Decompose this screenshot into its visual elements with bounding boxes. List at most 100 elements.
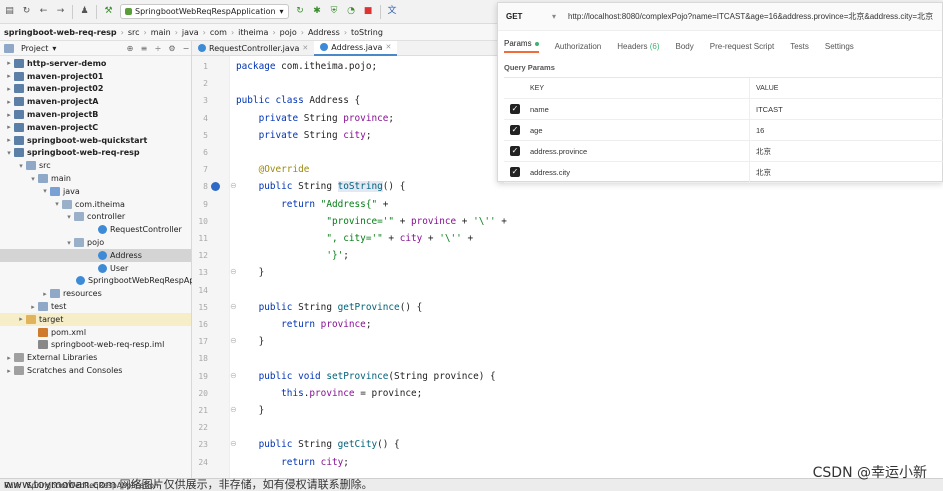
breadcrumb-item[interactable]: main: [147, 28, 175, 37]
postman-tab[interactable]: Headers (6): [617, 42, 659, 51]
fold-marker-icon[interactable]: ⊖: [230, 181, 237, 190]
collapsed-arrow-icon[interactable]: ▸: [16, 315, 26, 323]
debug-icon[interactable]: ✱: [312, 6, 323, 17]
postman-tab[interactable]: Authorization: [555, 42, 602, 51]
minimize-icon[interactable]: −: [181, 44, 191, 53]
expanded-arrow-icon[interactable]: ▾: [16, 162, 26, 170]
collapsed-arrow-icon[interactable]: ▸: [4, 72, 14, 80]
tree-item[interactable]: RequestController: [0, 223, 191, 236]
tree-item[interactable]: ▾ src: [0, 159, 191, 172]
tree-item[interactable]: ▾ java: [0, 185, 191, 198]
collapsed-arrow-icon[interactable]: ▸: [4, 59, 14, 67]
back-icon[interactable]: ←: [38, 6, 49, 17]
forward-icon[interactable]: →: [55, 6, 66, 17]
tree-item[interactable]: ▸ maven-project01: [0, 70, 191, 83]
param-value-field[interactable]: 北京: [750, 146, 771, 157]
breadcrumb-item[interactable]: itheima: [234, 28, 272, 37]
editor-tab[interactable]: RequestController.java ✕: [192, 41, 314, 56]
fold-marker-icon[interactable]: ⊖: [230, 371, 237, 380]
breadcrumb-item[interactable]: com: [206, 28, 231, 37]
collapse-all-icon[interactable]: ≡: [139, 44, 149, 53]
param-value-field[interactable]: ITCAST: [750, 105, 783, 114]
locate-icon[interactable]: ⊕: [125, 44, 135, 53]
expanded-arrow-icon[interactable]: ▾: [40, 187, 50, 195]
param-key-field[interactable]: address.province: [526, 141, 750, 161]
close-icon[interactable]: ✕: [302, 44, 308, 52]
breadcrumb-item[interactable]: springboot-web-req-resp: [0, 28, 121, 37]
translate-icon[interactable]: 文: [387, 6, 398, 17]
collapsed-arrow-icon[interactable]: ▸: [4, 354, 14, 362]
vcs-icon[interactable]: ♟: [79, 6, 90, 17]
postman-tab[interactable]: Body: [676, 42, 694, 51]
http-method-select[interactable]: GET ▾: [506, 12, 556, 21]
close-icon[interactable]: ✕: [385, 43, 391, 51]
editor-tab[interactable]: Address.java ✕: [314, 40, 398, 56]
tree-item[interactable]: ▸ http-server-demo: [0, 57, 191, 70]
collapsed-arrow-icon[interactable]: ▸: [4, 85, 14, 93]
gear-icon[interactable]: ⚙: [167, 44, 177, 53]
breadcrumb-item[interactable]: Address: [304, 28, 344, 37]
param-checkbox[interactable]: ✓: [504, 125, 526, 135]
expand-all-icon[interactable]: ÷: [153, 44, 163, 53]
postman-tab[interactable]: Pre-request Script: [710, 42, 774, 51]
expanded-arrow-icon[interactable]: ▾: [28, 175, 38, 183]
coverage-icon[interactable]: ⛨: [329, 6, 340, 17]
param-checkbox[interactable]: ✓: [504, 146, 526, 156]
chevron-down-icon[interactable]: ▾: [52, 44, 56, 53]
postman-tab[interactable]: Tests: [790, 42, 809, 51]
collapsed-arrow-icon[interactable]: ▸: [4, 123, 14, 131]
tree-item[interactable]: ▸ Scratches and Consoles: [0, 364, 191, 377]
tree-item[interactable]: ▸ resources: [0, 287, 191, 300]
tree-item[interactable]: ▸ target: [0, 312, 191, 326]
build-icon[interactable]: ⚒: [103, 6, 114, 17]
run-config-select[interactable]: SpringbootWebReqRespApplication ▾: [120, 4, 289, 19]
collapsed-arrow-icon[interactable]: ▸: [4, 98, 14, 106]
param-value-field[interactable]: 16: [750, 126, 764, 135]
tree-item[interactable]: ▸ maven-projectC: [0, 121, 191, 134]
param-key-field[interactable]: address.city: [526, 162, 750, 182]
postman-tab[interactable]: Settings: [825, 42, 854, 51]
tree-item[interactable]: ▾ main: [0, 172, 191, 185]
collapsed-arrow-icon[interactable]: ▸: [4, 136, 14, 144]
expanded-arrow-icon[interactable]: ▾: [64, 239, 74, 247]
fold-marker-icon[interactable]: ⊖: [230, 336, 237, 345]
tree-item[interactable]: ▸ test: [0, 300, 191, 313]
postman-tab[interactable]: Params: [504, 39, 539, 53]
collapsed-arrow-icon[interactable]: ▸: [28, 303, 38, 311]
breadcrumb-item[interactable]: pojo: [276, 28, 301, 37]
tree-item[interactable]: ▸ maven-projectA: [0, 95, 191, 108]
fold-marker-icon[interactable]: ⊖: [230, 405, 237, 414]
param-checkbox[interactable]: ✓: [504, 104, 526, 114]
save-icon[interactable]: ▤: [4, 6, 15, 17]
tree-item[interactable]: ▾ controller: [0, 211, 191, 224]
tree-item[interactable]: pom.xml: [0, 326, 191, 339]
param-checkbox[interactable]: ✓: [504, 167, 526, 177]
tree-item[interactable]: ▸ maven-project02: [0, 83, 191, 96]
breadcrumb-item[interactable]: src: [124, 28, 144, 37]
expanded-arrow-icon[interactable]: ▾: [4, 149, 14, 157]
collapsed-arrow-icon[interactable]: ▸: [4, 111, 14, 119]
tree-item[interactable]: User: [0, 262, 191, 275]
breadcrumb-item[interactable]: java: [178, 28, 203, 37]
project-panel-title[interactable]: Project: [21, 44, 48, 53]
param-key-field[interactable]: age: [526, 120, 750, 140]
tree-item[interactable]: ▸ External Libraries: [0, 351, 191, 364]
collapsed-arrow-icon[interactable]: ▸: [4, 367, 14, 375]
fold-marker-icon[interactable]: ⊖: [230, 267, 237, 276]
fold-marker-icon[interactable]: ⊖: [230, 439, 237, 448]
stop-icon[interactable]: ■: [363, 6, 374, 17]
breadcrumb-item[interactable]: toString: [347, 28, 387, 37]
expanded-arrow-icon[interactable]: ▾: [64, 213, 74, 221]
fold-marker-icon[interactable]: ⊖: [230, 302, 237, 311]
tree-item[interactable]: ▾ com.itheima: [0, 198, 191, 211]
tree-item[interactable]: springboot-web-req-resp.iml: [0, 339, 191, 352]
run-icon[interactable]: ↻: [295, 6, 306, 17]
param-value-field[interactable]: 北京: [750, 167, 771, 178]
param-key-field[interactable]: name: [526, 99, 750, 119]
tree-item[interactable]: ▸ springboot-web-quickstart: [0, 134, 191, 147]
request-url-input[interactable]: http://localhost:8080/complexPojo?name=I…: [568, 11, 933, 22]
tree-item[interactable]: ▾ pojo: [0, 236, 191, 249]
profile-icon[interactable]: ◔: [346, 6, 357, 17]
tree-item[interactable]: ▸ maven-projectB: [0, 108, 191, 121]
tree-item[interactable]: Address: [0, 248, 191, 262]
